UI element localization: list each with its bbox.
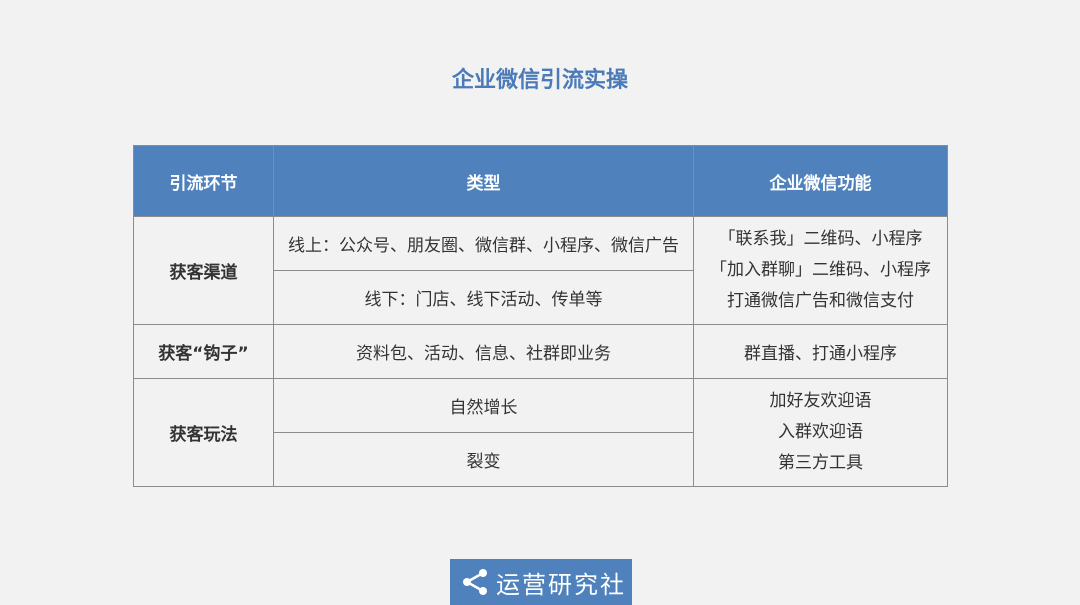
- header-cell-stage: 引流环节: [133, 145, 274, 217]
- type-cell: 线上：公众号、朋友圈、微信群、小程序、微信广告: [273, 216, 694, 271]
- header-cell-feature: 企业微信功能: [693, 145, 948, 217]
- row-label-channels: 获客渠道: [133, 216, 274, 325]
- feature-cell: 群直播、打通小程序: [693, 324, 948, 379]
- header-cell-type: 类型: [273, 145, 694, 217]
- logo-text: 运营研究社: [496, 570, 626, 599]
- type-cell: 自然增长: [273, 378, 694, 433]
- table-row: 获客玩法 自然增长 加好友欢迎语 入群欢迎语 第三方工具: [133, 378, 948, 487]
- table-header-row: 引流环节 类型 企业微信功能: [133, 145, 948, 217]
- brand-logo: 运营研究社: [450, 559, 632, 605]
- share-icon: [463, 569, 487, 595]
- feature-line: 加好友欢迎语: [769, 391, 872, 411]
- row-label-hooks: 获客“钩子”: [133, 324, 274, 379]
- type-cell: 裂变: [273, 432, 694, 487]
- feature-line: 打通微信广告和微信支付: [727, 291, 914, 311]
- feature-line: 「联系我」二维码、小程序: [718, 229, 923, 249]
- strategy-table: 引流环节 类型 企业微信功能 获客渠道 线上：公众号、朋友圈、微信群、小程序、微…: [133, 145, 948, 487]
- feature-cell: 「联系我」二维码、小程序 「加入群聊」二维码、小程序 打通微信广告和微信支付: [693, 216, 948, 325]
- table-row: 获客渠道 线上：公众号、朋友圈、微信群、小程序、微信广告 「联系我」二维码、小程…: [133, 216, 948, 325]
- table-row: 获客“钩子” 资料包、活动、信息、社群即业务 群直播、打通小程序: [133, 324, 948, 379]
- page-title: 企业微信引流实操: [451, 68, 628, 93]
- feature-line: 「加入群聊」二维码、小程序: [710, 260, 931, 280]
- feature-line: 第三方工具: [778, 453, 863, 473]
- row-label-tactics: 获客玩法: [133, 378, 274, 487]
- feature-line: 入群欢迎语: [778, 422, 863, 442]
- type-cell: 资料包、活动、信息、社群即业务: [273, 324, 694, 379]
- feature-cell: 加好友欢迎语 入群欢迎语 第三方工具: [693, 378, 948, 487]
- type-cell: 线下：门店、线下活动、传单等: [273, 270, 694, 325]
